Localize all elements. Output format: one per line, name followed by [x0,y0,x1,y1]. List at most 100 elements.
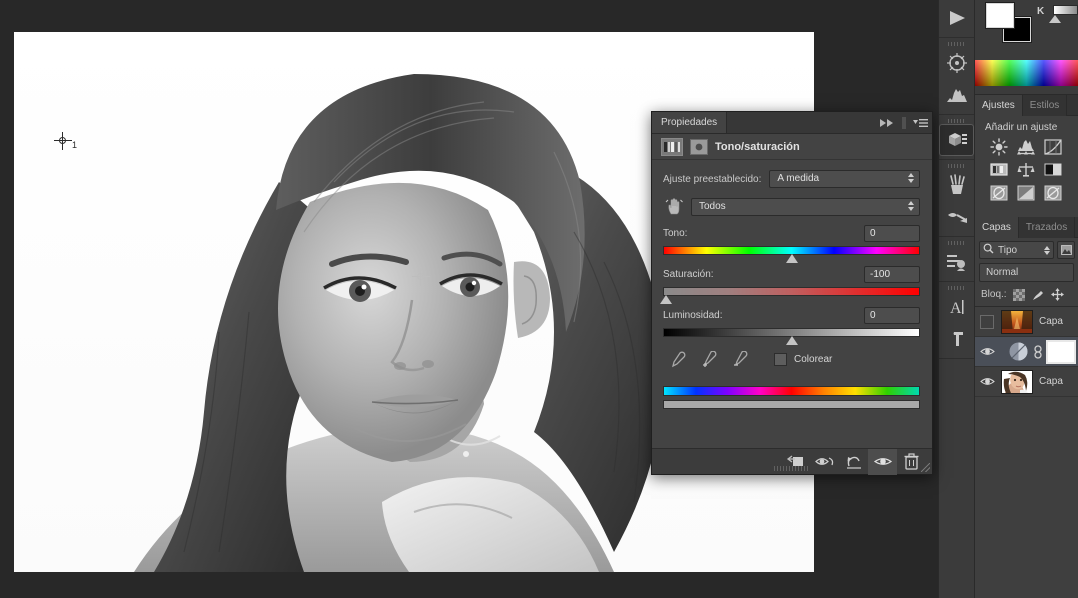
color-swatches [986,3,1032,42]
k-channel-slider[interactable]: K [1037,4,1078,26]
color-sampler-marker-2[interactable] [412,268,430,286]
layer-mask-thumbnail[interactable] [1046,339,1076,364]
color-range-spectrum[interactable] [663,386,920,396]
table-row[interactable]: Capa [975,307,1078,337]
eyedropper-icon[interactable] [669,351,686,368]
layers-tabbar: Capas Trazados [975,217,1078,238]
preset-label: Ajuste preestablecido: [663,173,762,185]
exposure-icon[interactable] [989,160,1009,179]
channel-row: Todos [663,197,920,216]
layer-visibility-toggle[interactable] [975,346,999,357]
tab-capas[interactable]: Capas [975,217,1019,238]
lock-transparency-icon[interactable] [1013,288,1026,301]
photo-filter-icon[interactable] [989,183,1009,202]
levels-icon[interactable] [1016,137,1036,156]
toggle-view-button[interactable] [810,449,839,475]
dock-grip [939,40,974,47]
slider-tono-track[interactable] [663,246,920,263]
toggle-visibility-button[interactable] [868,448,897,475]
reset-button[interactable] [839,449,868,475]
color-panel: K [975,0,1078,95]
properties-icon[interactable] [939,124,974,156]
preset-select[interactable]: A medida [769,170,920,188]
adjustment-layer-thumbnail[interactable] [1007,341,1029,363]
foreground-color-swatch[interactable] [986,3,1014,28]
eyedropper-add-icon[interactable] [700,350,717,368]
play-icon[interactable] [939,2,974,34]
slider-tono: Tono: 0 [663,225,920,263]
compass-icon[interactable] [939,47,974,79]
hand-target-icon[interactable] [663,197,685,216]
adjustments-row [989,160,1078,179]
lock-position-icon[interactable] [1050,288,1064,301]
expand-arrows-icon[interactable] [878,117,896,129]
slider-saturacion-thumb[interactable] [659,295,672,304]
tab-ajustes[interactable]: Ajustes [975,95,1023,116]
layer-filter-image-button[interactable] [1057,241,1075,259]
layer-filter-type-select[interactable]: Tipo [979,241,1054,259]
eye-icon [979,348,995,355]
histogram-icon[interactable] [939,79,974,111]
slider-luminosidad-label: Luminosidad: [663,310,723,321]
dock-group-navigator [939,38,974,115]
blend-mode-row: Normal [975,260,1078,284]
channel-mixer-icon[interactable] [1016,183,1036,202]
color-range-selection-bar[interactable] [663,400,920,409]
paragraph-icon[interactable] [939,323,974,355]
layer-mask-link-icon[interactable] [1032,344,1044,359]
layer-thumbnail[interactable] [1001,309,1033,334]
lock-image-icon[interactable] [1032,288,1045,301]
character-icon[interactable]: A [939,291,974,323]
color-spectrum-ramp[interactable] [975,60,1078,86]
table-row[interactable] [975,337,1078,367]
slider-luminosidad-header: Luminosidad: 0 [663,307,920,324]
sampler-ring [417,273,424,280]
colorize-option[interactable]: Colorear [774,353,832,366]
slider-luminosidad-track[interactable] [663,328,920,345]
panel-resize-grip[interactable] [921,463,930,472]
adjustments-panel: Añadir un ajuste [975,116,1078,217]
color-sampler-marker-1[interactable]: 1 [54,132,77,150]
tab-estilos[interactable]: Estilos [1022,95,1068,116]
layer-name: Capa [1039,316,1063,327]
slider-tono-thumb[interactable] [785,254,798,263]
panel-menu-icon[interactable] [912,117,928,129]
table-row[interactable]: Capa [975,367,1078,397]
layer-visibility-toggle[interactable] [975,314,999,329]
clone-source-icon[interactable] [939,201,974,233]
slider-luminosidad-value[interactable]: 0 [864,307,920,324]
k-channel-track[interactable] [1053,5,1078,15]
panel-divider [902,116,906,130]
channel-select[interactable]: Todos [691,197,920,216]
slider-saturacion-track[interactable] [659,287,920,304]
properties-panel[interactable]: Propiedades Tono/saturación Ajuste prees… [651,111,933,475]
blend-mode-select[interactable]: Normal [979,263,1074,282]
page-title: Tono/saturación [715,140,800,153]
slider-luminosidad-thumb[interactable] [785,336,798,345]
layer-name: Capa [1039,376,1063,387]
layer-visibility-toggle[interactable] [975,376,999,387]
clip-to-layer-icon[interactable] [690,138,708,155]
brightness-contrast-icon[interactable] [989,137,1009,156]
slider-tono-label: Tono: [663,228,688,239]
color-lookup-icon[interactable] [1043,183,1063,202]
slider-tono-value[interactable]: 0 [864,225,920,242]
adjustments-stack-icon[interactable] [939,246,974,278]
brush-presets-icon[interactable] [939,169,974,201]
vibrance-icon[interactable] [1016,160,1036,179]
slider-saturacion-value[interactable]: -100 [864,266,920,283]
dock-grip [939,162,974,169]
tab-trazados[interactable]: Trazados [1018,217,1076,238]
preset-row: Ajuste preestablecido: A medida [663,170,920,188]
curves-icon[interactable] [1043,137,1063,156]
layer-thumbnail[interactable] [1001,369,1033,394]
layer-filter-label: Tipo [998,244,1018,256]
tab-propiedades[interactable]: Propiedades [652,112,728,133]
adjustment-type-icon[interactable] [661,137,683,156]
photoshop-window: 1 A K Ajustes Estilos Añadir un ajuste C… [0,0,1078,598]
k-channel-thumb[interactable] [1049,15,1061,23]
eyedropper-subtract-icon[interactable] [731,350,748,368]
slider-tono-header: Tono: 0 [663,225,920,242]
colorize-checkbox[interactable] [774,353,787,366]
hue-saturation-icon[interactable] [1043,160,1063,179]
